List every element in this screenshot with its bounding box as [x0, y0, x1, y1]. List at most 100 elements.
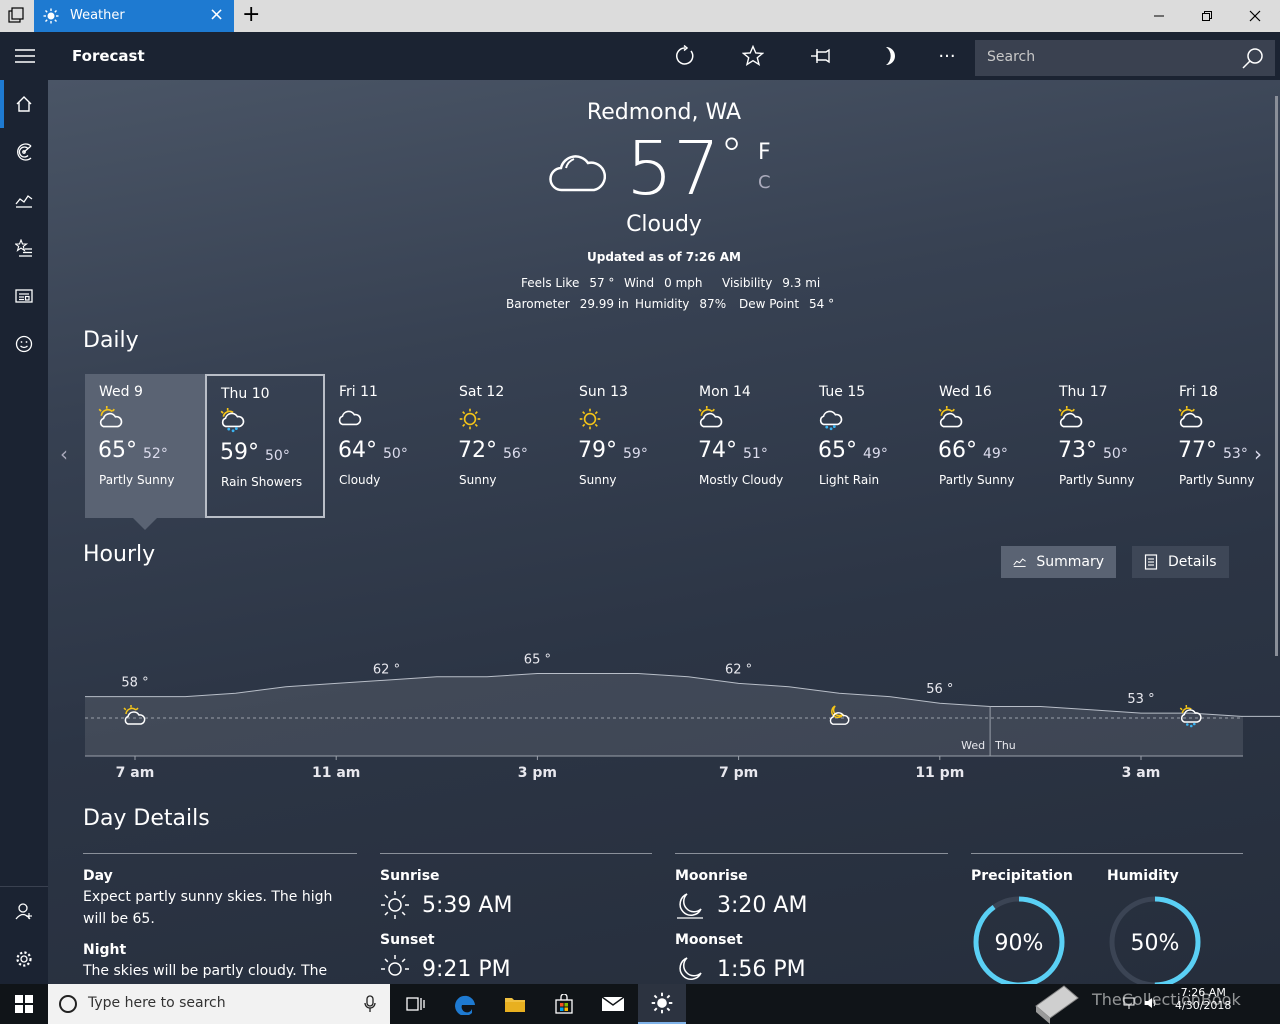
day-condition: Light Rain	[819, 473, 880, 487]
day-high: 66°	[938, 438, 977, 463]
day-card-fri-11[interactable]: Fri 11 64° 50° Cloudy	[325, 374, 445, 518]
clock[interactable]: 7:26 AM 4/30/2018	[1175, 986, 1231, 1012]
day-card-tue-15[interactable]: Tue 15 65° 49° Light Rain	[805, 374, 925, 518]
summary-button[interactable]: Summary	[1001, 546, 1116, 578]
day-low: 50°	[1103, 446, 1128, 462]
day-high: 59°	[220, 440, 259, 465]
microphone-icon[interactable]	[364, 995, 376, 1013]
day-card-sat-12[interactable]: Sat 12 72° 56° Sunny	[445, 374, 565, 518]
file-explorer-button[interactable]	[491, 984, 539, 1024]
hamburger-menu-icon[interactable]	[14, 46, 36, 70]
refresh-icon[interactable]	[671, 42, 699, 70]
close-window-button[interactable]	[1232, 0, 1278, 32]
rain-showers-icon	[219, 408, 245, 438]
stat-dew-point: Dew Point 54 °	[739, 297, 835, 311]
sunset-time: 9:21 PM	[422, 956, 511, 982]
day-card-thu-17[interactable]: Thu 17 73° 50° Partly Sunny	[1045, 374, 1165, 518]
temperature-data-label: 65 °	[524, 653, 551, 668]
favorite-star-icon[interactable]	[739, 42, 767, 70]
moon-icon[interactable]	[875, 42, 903, 70]
day-condition: Cloudy	[339, 473, 381, 487]
taskbar-search-box[interactable]: Type here to search	[48, 984, 390, 1024]
nav-settings[interactable]	[0, 935, 48, 983]
sunset-icon	[381, 955, 409, 976]
cortana-circle-icon	[59, 995, 77, 1013]
mail-button[interactable]	[589, 984, 637, 1024]
minimize-button[interactable]	[1136, 0, 1182, 32]
sunrise-row: 5:39 AM	[380, 890, 650, 920]
summary-label: Summary	[1036, 554, 1104, 570]
tab-weather[interactable]: Weather ×	[34, 0, 234, 32]
updated-time: Updated as of 7:26 AM	[587, 250, 741, 264]
navigation-rail	[0, 80, 48, 984]
start-button[interactable]	[0, 984, 48, 1024]
day-high: 65°	[818, 438, 857, 463]
title-bar: Weather × +	[0, 0, 1280, 32]
mail-icon	[601, 996, 625, 1011]
restore-button[interactable]	[1184, 0, 1230, 32]
day-low: 56°	[503, 446, 528, 462]
home-icon	[16, 96, 32, 112]
day-condition: Partly Sunny	[1179, 473, 1255, 487]
person-icon	[15, 903, 32, 920]
day-card-thu-10[interactable]: Thu 10 59° 50° Rain Showers	[205, 374, 325, 518]
close-tab-icon[interactable]: ×	[209, 4, 224, 25]
unit-celsius[interactable]: C	[758, 172, 771, 193]
edge-browser-button[interactable]	[442, 984, 490, 1024]
nav-news[interactable]	[0, 272, 48, 320]
favorites-list-icon	[15, 239, 32, 257]
nav-historical-weather[interactable]	[0, 176, 48, 224]
precipitation-gauge: Precipitation 90%	[971, 868, 1101, 984]
nav-maps[interactable]	[0, 128, 48, 176]
nav-feedback[interactable]	[0, 320, 48, 368]
humidity-label: Humidity	[1107, 868, 1179, 884]
weather-app-button[interactable]	[638, 984, 686, 1024]
chart-line-icon	[15, 195, 33, 208]
search-icon[interactable]	[1241, 46, 1265, 74]
store-button[interactable]	[540, 984, 588, 1024]
x-tick-label: 7 pm	[719, 765, 758, 780]
nav-forecast[interactable]	[0, 80, 48, 128]
day-card-wed-16[interactable]: Wed 16 66° 49° Partly Sunny	[925, 374, 1045, 518]
day-card-fri-18[interactable]: Fri 18 77° 53° Partly Sunny	[1165, 374, 1280, 518]
app-bar: Forecast ··· Search	[0, 32, 1280, 80]
windows-logo-icon	[15, 995, 33, 1013]
day-high: 73°	[1058, 438, 1097, 463]
more-options-icon[interactable]: ···	[933, 42, 961, 70]
scroll-left-chevron-icon[interactable]: ‹	[60, 442, 68, 466]
temperature-area	[85, 673, 1280, 756]
location-name: Redmond, WA	[586, 100, 742, 125]
day-name: Wed 9	[99, 384, 143, 400]
day-card-sun-13[interactable]: Sun 13 79° 59° Sunny	[565, 374, 685, 518]
search-input[interactable]: Search	[975, 40, 1275, 76]
details-button[interactable]: Details	[1132, 546, 1229, 578]
new-tab-button[interactable]: +	[242, 2, 260, 27]
unit-fahrenheit[interactable]: F	[758, 140, 771, 165]
task-view-button[interactable]	[392, 984, 440, 1024]
day-name: Sun 13	[579, 384, 628, 400]
volume-icon[interactable]	[1144, 996, 1158, 1010]
temperature-data-label: 62 °	[373, 662, 400, 677]
nav-account[interactable]	[0, 887, 48, 935]
tab-actions-icon[interactable]	[6, 6, 28, 26]
pin-icon[interactable]	[807, 42, 835, 70]
nav-places[interactable]	[0, 224, 48, 272]
partly-sunny-icon	[1057, 406, 1083, 436]
day-card-mon-14[interactable]: Mon 14 74° 51° Mostly Cloudy	[685, 374, 805, 518]
moonset-label: Moonset	[675, 932, 743, 948]
sun-icon	[651, 992, 673, 1014]
day-condition: Rain Showers	[221, 475, 303, 489]
light-rain-icon	[817, 406, 843, 436]
x-tick-label: 7 am	[116, 765, 155, 780]
sunrise-time: 5:39 AM	[422, 892, 513, 918]
store-bag-icon	[555, 994, 573, 1014]
day-low: 50°	[383, 446, 408, 462]
task-view-icon	[406, 997, 425, 1011]
x-tick-label: 3 am	[1122, 765, 1161, 780]
network-icon[interactable]	[1122, 996, 1136, 1010]
partly-sunny-icon	[937, 406, 963, 436]
day-card-wed-9[interactable]: Wed 9 65° 52° Partly Sunny	[85, 374, 205, 518]
day-name: Mon 14	[699, 384, 751, 400]
selected-day-pointer	[133, 518, 157, 530]
stat-visibility: Visibility 9.3 mi	[722, 276, 821, 290]
